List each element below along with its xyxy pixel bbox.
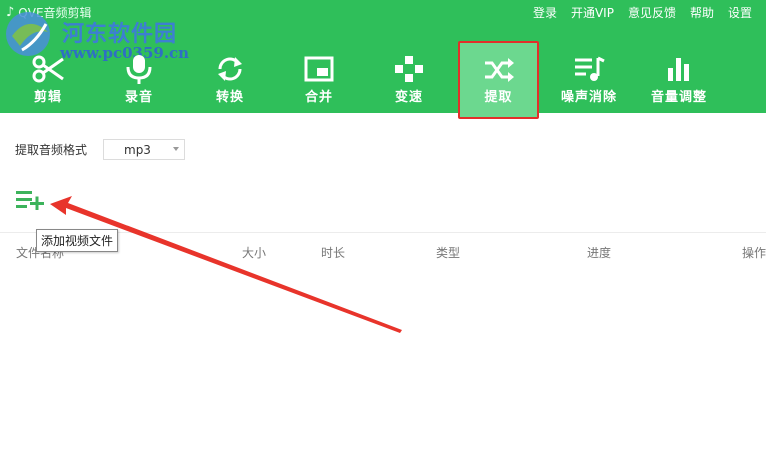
tool-convert[interactable]: 转换 (190, 50, 270, 110)
tool-record[interactable]: 录音 (99, 50, 179, 110)
noise-icon (575, 56, 605, 81)
col-duration: 时长 (321, 246, 346, 260)
format-label: 提取音频格式 (15, 143, 88, 157)
header-bar: ♪ QVE音频剪辑 河东软件园 www.pc0359.cn 登录 开通VIP 意… (0, 0, 766, 119)
format-select[interactable]: mp3 (103, 139, 185, 160)
settings-link[interactable]: 设置 (728, 4, 752, 21)
tool-speed[interactable]: 变速 (369, 50, 449, 110)
volume-bars-icon (668, 58, 689, 81)
col-type: 类型 (436, 246, 461, 260)
format-select-value: mp3 (124, 143, 151, 157)
add-list-icon (16, 191, 44, 211)
speed-icon (395, 56, 423, 82)
tool-record-label: 录音 (124, 90, 153, 105)
merge-icon (304, 56, 334, 82)
add-video-button[interactable] (16, 190, 46, 211)
col-progress: 进度 (587, 246, 612, 260)
microphone-icon (126, 55, 152, 84)
login-link[interactable]: 登录 (533, 4, 557, 21)
tool-volume-label: 音量调整 (650, 90, 707, 105)
chevron-down-icon (173, 147, 179, 151)
tool-extract[interactable]: 提取 (458, 41, 539, 119)
tool-cut-label: 剪辑 (33, 90, 62, 105)
tool-extract-label: 提取 (484, 90, 513, 105)
tool-volume[interactable]: 音量调整 (639, 50, 719, 110)
help-link[interactable]: 帮助 (690, 4, 714, 21)
col-actions: 操作 (742, 246, 766, 260)
tool-merge[interactable]: 合并 (279, 50, 359, 110)
shuffle-icon (484, 58, 514, 82)
tool-noise-reduction-label: 噪声消除 (560, 90, 617, 105)
col-size: 大小 (242, 246, 267, 260)
vip-link[interactable]: 开通VIP (571, 4, 614, 21)
tool-bar: 剪辑 录音 转换 合并 变速 提取 噪声消除 音量调整 (0, 41, 766, 119)
convert-icon (218, 57, 242, 81)
tool-speed-label: 变速 (394, 90, 423, 105)
feedback-link[interactable]: 意见反馈 (628, 4, 676, 21)
tool-noise-reduction[interactable]: 噪声消除 (549, 50, 629, 110)
scissors-icon (32, 55, 64, 83)
tool-merge-label: 合并 (304, 90, 333, 105)
tooltip: 添加视频文件 (36, 229, 119, 252)
tool-convert-label: 转换 (215, 90, 244, 105)
top-links: 登录 开通VIP 意见反馈 帮助 设置 (533, 0, 766, 24)
tool-cut[interactable]: 剪辑 (8, 50, 88, 110)
